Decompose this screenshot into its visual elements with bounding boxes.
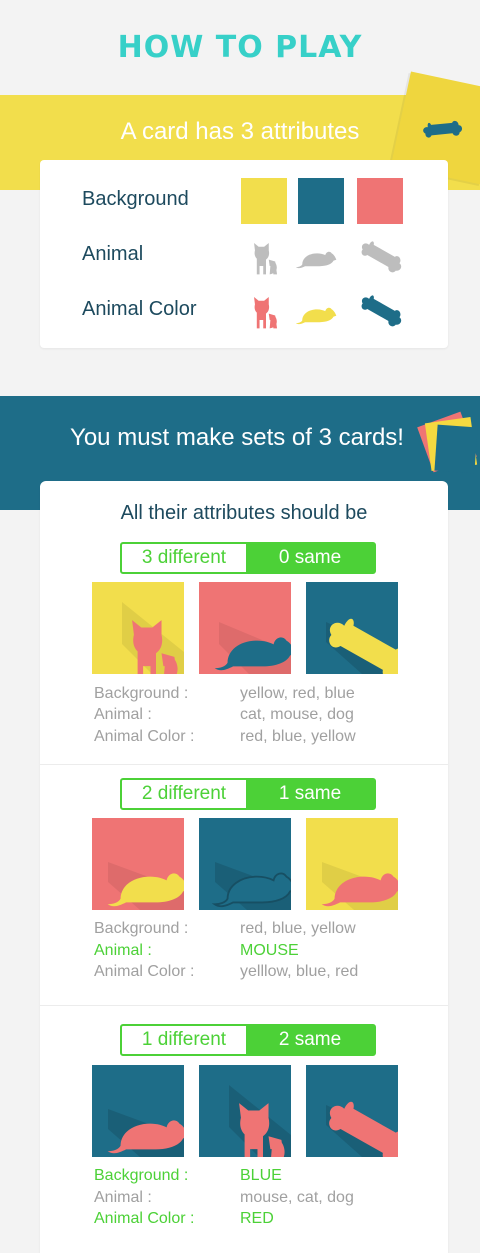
sets-heading: You must make sets of 3 cards! [70,424,404,451]
mouse-icon [294,290,340,336]
page-title: HOW TO PLAY [117,30,363,65]
info-label: Background : [94,685,189,702]
info-label: Animal Color : [94,728,195,745]
example-1-count-pill: 3 different 0 same [120,542,376,574]
info-label-same: Animal Color : [94,1210,195,1227]
example-card [306,582,398,674]
dog-bone-icon [359,286,405,332]
attributes-card: Background Animal Animal Color [40,160,448,348]
attribute-label-background: Background [82,188,189,210]
info-label: Animal : [94,1189,152,1206]
info-label-same: Background : [94,1167,189,1184]
dog-bone-icon [359,232,405,278]
divider [40,1005,448,1006]
info-value: mouse, cat, dog [240,1189,354,1206]
swatch-blue [298,178,344,224]
info-value: red, blue, yellow [240,728,356,745]
example-card [92,582,184,674]
attribute-label-animal-color: Animal Color [82,298,197,320]
info-value-same: MOUSE [240,942,299,959]
example-3-count-pill: 1 different 2 same [120,1024,376,1056]
different-count: 1 different [141,1029,227,1050]
mouse-icon [294,234,340,280]
info-value: yellow, red, blue [240,685,355,702]
info-value-same: BLUE [240,1167,282,1184]
example-card [306,818,398,910]
example-2-count-pill: 2 different 1 same [120,778,376,810]
cat-icon [243,232,289,278]
example-card [92,1065,184,1157]
swatch-red [357,178,403,224]
info-label: Animal Color : [94,963,195,980]
different-count: 3 different [141,547,227,568]
info-value: yelllow, blue, red [240,963,359,980]
divider [40,764,448,765]
same-count: 1 same [246,780,374,808]
example-card [92,818,184,910]
swatch-yellow [241,178,287,224]
attribute-label-animal: Animal [82,243,144,265]
info-value-same: RED [240,1210,274,1227]
info-label-same: Animal : [94,942,152,959]
different-count: 2 different [141,783,227,804]
example-card [199,1065,291,1157]
example-card [199,818,291,910]
same-count: 0 same [246,544,374,572]
cat-icon [243,286,289,332]
info-label: Animal : [94,706,152,723]
example-card [306,1065,398,1157]
rules-subheading: All their attributes should be [120,502,368,524]
attributes-heading: A card has 3 attributes [120,118,360,145]
info-value: cat, mouse, dog [240,706,354,723]
example-card [199,582,291,674]
same-count: 2 same [246,1026,374,1054]
info-value: red, blue, yellow [240,920,356,937]
info-label: Background : [94,920,189,937]
